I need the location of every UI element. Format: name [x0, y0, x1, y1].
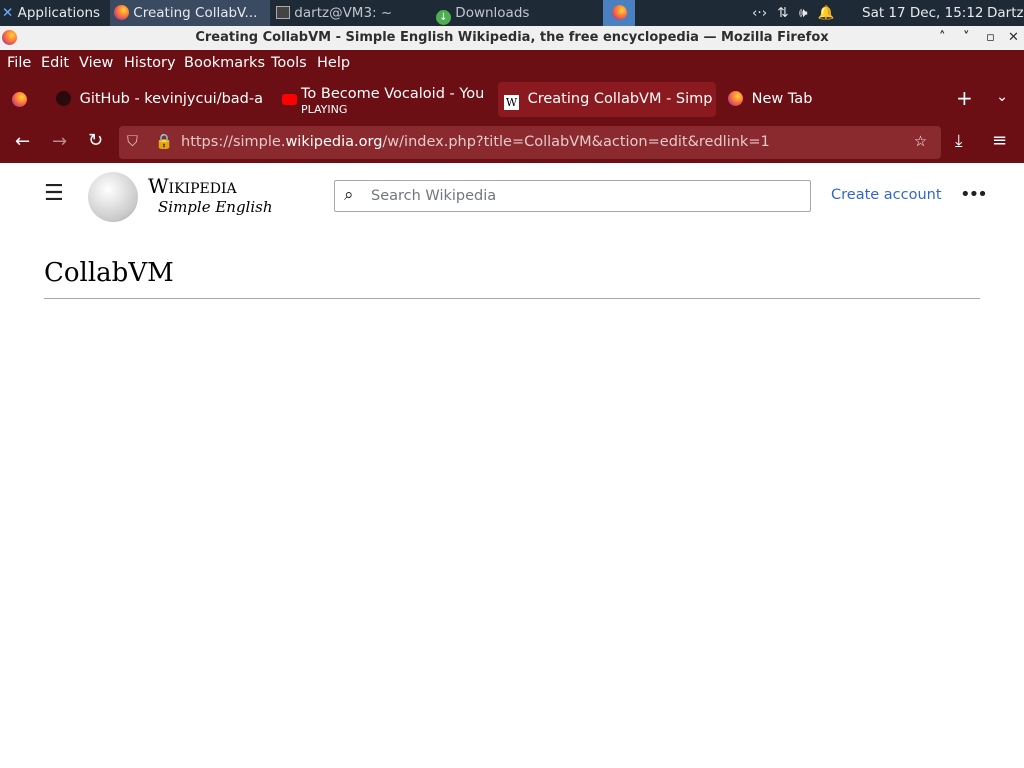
- menu-bar: File Edit View History Bookmarks Tools H…: [0, 50, 1024, 77]
- task-label: dartz@VM3: ~: [294, 5, 393, 21]
- workspace-button[interactable]: [603, 0, 635, 26]
- youtube-icon: [282, 94, 297, 105]
- wikipedia-logo[interactable]: Wikipedia Simple English: [88, 172, 273, 222]
- url-text: https://simple.wikipedia.org/w/index.php…: [181, 126, 770, 159]
- downloads-icon[interactable]: ⤓: [955, 131, 963, 151]
- task-firefox[interactable]: Creating CollabV...: [110, 0, 270, 26]
- firefox-icon: [728, 91, 743, 106]
- more-options-icon[interactable]: •••: [960, 184, 988, 205]
- tab-wikipedia[interactable]: W Creating CollabVM - Simp: [498, 82, 716, 117]
- tab-label: Creating CollabVM - Simp: [527, 91, 713, 107]
- xfce-icon: ✕: [2, 5, 14, 21]
- clock[interactable]: Sat 17 Dec, 15:12: [862, 0, 982, 26]
- url-prefix: https://simple.: [181, 134, 286, 150]
- task-label: Downloads: [455, 5, 530, 21]
- terminal-icon: [276, 6, 290, 19]
- reload-icon[interactable]: ↻: [88, 130, 103, 151]
- tab-new[interactable]: New Tab: [728, 82, 943, 117]
- task-label: Creating CollabV...: [133, 5, 258, 21]
- tab-label: GitHub - kevinjycui/bad-a: [79, 91, 264, 107]
- back-icon[interactable]: ←: [15, 131, 30, 152]
- menu-edit[interactable]: Edit: [41, 55, 69, 71]
- tab-list-icon[interactable]: ⌄: [996, 89, 1008, 105]
- bookmark-star-icon[interactable]: ☆: [914, 126, 927, 159]
- lock-icon[interactable]: 🔒: [155, 126, 173, 159]
- firefox-icon: [114, 5, 129, 20]
- close-icon[interactable]: ✕: [1008, 26, 1019, 50]
- tab-label: To Become Vocaloid - You: [301, 86, 485, 102]
- taskbar: ✕ Applications Creating CollabV... dartz…: [0, 0, 1024, 26]
- wikipedia-icon: W: [504, 95, 519, 110]
- url-domain: wikipedia.org: [285, 134, 383, 150]
- menu-help[interactable]: Help: [317, 55, 350, 71]
- download-icon: ↓: [436, 10, 451, 25]
- applications-menu[interactable]: ✕ Applications: [0, 0, 110, 26]
- menu-history[interactable]: History: [124, 55, 176, 71]
- window-titlebar: Creating CollabVM - Simple English Wikip…: [0, 26, 1024, 50]
- search-placeholder: Search Wikipedia: [371, 188, 497, 204]
- url-field[interactable]: ⛉ 🔒 https://simple.wikipedia.org/w/index…: [119, 126, 941, 159]
- firefox-icon: [2, 30, 17, 45]
- user-name[interactable]: Dartz: [987, 0, 1024, 26]
- menu-file[interactable]: File: [7, 55, 31, 71]
- navigation-bar: ← → ↻ ⛉ 🔒 https://simple.wikipedia.org/w…: [0, 122, 1024, 163]
- tray: ‹·› ⇅ 🕪 🔔: [752, 0, 852, 26]
- tab-youtube[interactable]: To Become Vocaloid - You PLAYING: [278, 82, 490, 117]
- bell-icon[interactable]: 🔔: [818, 5, 835, 21]
- globe-icon: [88, 172, 138, 222]
- maximize-icon[interactable]: ˅: [963, 26, 970, 50]
- tab-label: New Tab: [751, 91, 813, 107]
- task-downloads[interactable]: ↓ Downloads: [432, 0, 597, 26]
- tab-github[interactable]: GitHub - kevinjycui/bad-a: [50, 82, 270, 117]
- minimize-icon[interactable]: ˄: [939, 26, 946, 50]
- restore-icon[interactable]: ▫: [986, 26, 995, 50]
- updown-icon[interactable]: ⇅: [777, 5, 788, 21]
- create-account-link[interactable]: Create account: [831, 187, 942, 203]
- main-menu-icon[interactable]: ☰: [44, 183, 64, 205]
- window-title: Creating CollabVM - Simple English Wikip…: [195, 30, 829, 45]
- shield-icon[interactable]: ⛉: [127, 126, 138, 159]
- app-menu-icon[interactable]: ≡: [992, 130, 1007, 151]
- wikipedia-page: ☰ Wikipedia Simple English ⌕ Search Wiki…: [0, 163, 1024, 748]
- menu-tools[interactable]: Tools: [271, 55, 307, 71]
- firefox-view-icon[interactable]: [12, 92, 27, 107]
- firefox-icon: [611, 5, 627, 20]
- new-tab-icon[interactable]: +: [956, 86, 973, 110]
- page-title: CollabVM: [44, 258, 174, 288]
- menu-bookmarks[interactable]: Bookmarks: [184, 55, 265, 71]
- tab-strip: GitHub - kevinjycui/bad-a To Become Voca…: [0, 77, 1024, 122]
- search-input[interactable]: ⌕ Search Wikipedia: [334, 180, 811, 212]
- menu-view[interactable]: View: [79, 55, 113, 71]
- wordmark: Wikipedia: [148, 174, 237, 198]
- network-icon[interactable]: ‹·›: [752, 5, 767, 21]
- title-divider: [44, 298, 980, 299]
- url-path: /w/index.php?title=CollabVM&action=edit&…: [382, 134, 770, 150]
- tagline: Simple English: [158, 198, 273, 216]
- forward-icon[interactable]: →: [52, 131, 67, 152]
- search-icon: ⌕: [344, 185, 354, 205]
- volume-icon[interactable]: 🕪: [799, 5, 808, 21]
- applications-label: Applications: [17, 5, 101, 21]
- github-icon: [56, 91, 71, 106]
- tab-sublabel: PLAYING: [301, 103, 348, 116]
- task-terminal[interactable]: dartz@VM3: ~: [272, 0, 424, 26]
